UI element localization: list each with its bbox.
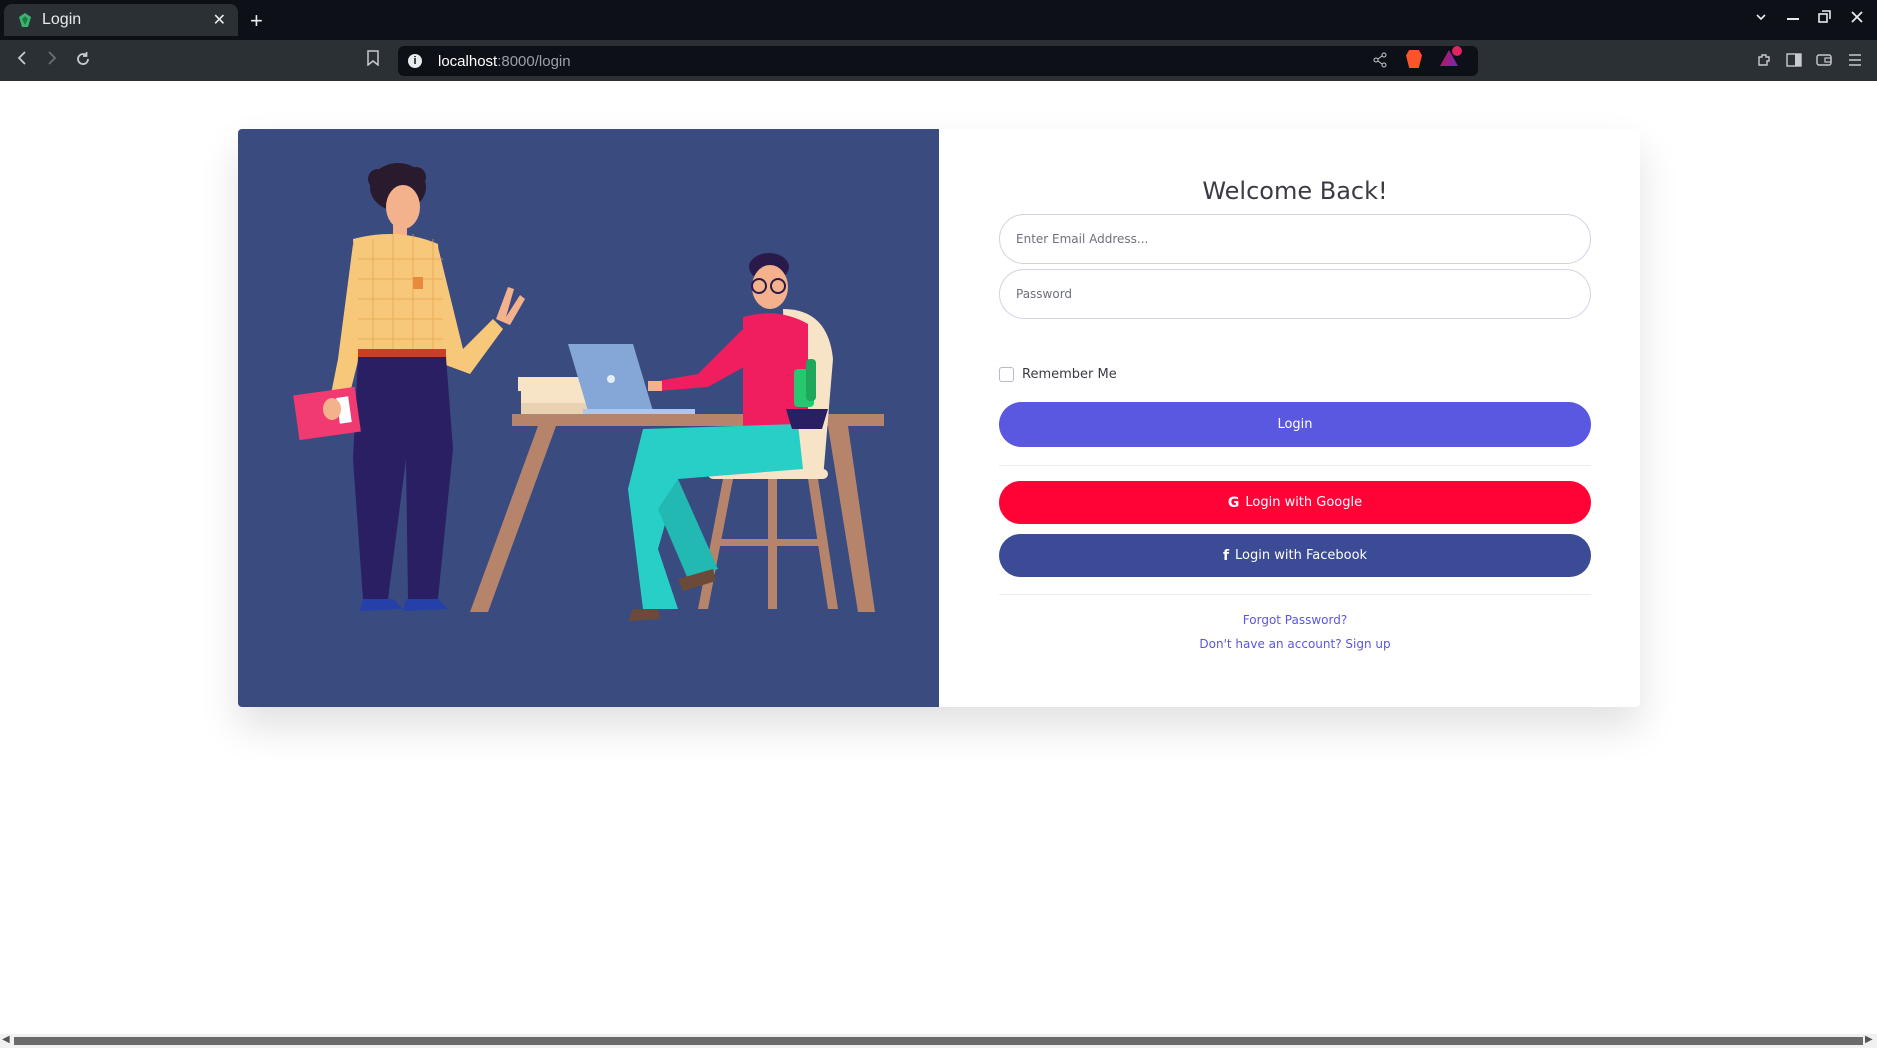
remember-me-checkbox[interactable] — [999, 367, 1014, 382]
facebook-icon: f — [1222, 547, 1230, 564]
horizontal-scrollbar[interactable]: ◀ ▶ — [0, 1034, 1877, 1048]
facebook-button-label: Login with Facebook — [1235, 548, 1368, 563]
bookmark-icon[interactable] — [366, 50, 380, 66]
office-illustration-image — [293, 163, 884, 621]
divider — [999, 594, 1591, 595]
sitting-man-figure — [628, 253, 828, 621]
login-form-panel: Welcome Back! Remember Me Login G Login … — [939, 129, 1640, 707]
sidebar-icon[interactable] — [1786, 52, 1802, 68]
restore-icon[interactable] — [1818, 10, 1832, 24]
sign-up-link[interactable]: Don't have an account? Sign up — [999, 637, 1591, 651]
back-icon[interactable] — [14, 50, 30, 66]
standing-man-figure — [293, 163, 525, 611]
app-favicon-icon — [19, 13, 31, 27]
page-content: Welcome Back! Remember Me Login G Login … — [0, 81, 1877, 1031]
login-with-google-button[interactable]: G Login with Google — [999, 481, 1591, 524]
tab-search-chevron-icon[interactable] — [1754, 10, 1768, 24]
scrollbar-thumb[interactable] — [14, 1037, 1863, 1045]
share-icon[interactable] — [1372, 52, 1388, 68]
reload-icon[interactable] — [74, 50, 92, 68]
illustration-panel — [238, 129, 939, 707]
google-icon: G — [1227, 494, 1240, 511]
email-field[interactable] — [999, 214, 1591, 264]
remember-me-label[interactable]: Remember Me — [1022, 367, 1117, 382]
url-path: :8000/login — [497, 52, 571, 70]
browser-tab[interactable]: Login ✕ — [4, 4, 238, 36]
extensions-icon[interactable] — [1756, 52, 1772, 68]
wallet-icon[interactable] — [1816, 52, 1832, 68]
login-button[interactable]: Login — [999, 402, 1591, 447]
login-button-label: Login — [1277, 417, 1313, 432]
page-title: Welcome Back! — [1202, 177, 1388, 205]
minimize-icon[interactable] — [1787, 18, 1799, 22]
scroll-left-arrow-icon[interactable]: ◀ — [2, 1034, 10, 1045]
password-field[interactable] — [999, 269, 1591, 319]
close-tab-icon[interactable]: ✕ — [213, 10, 226, 30]
login-card: Welcome Back! Remember Me Login G Login … — [238, 129, 1640, 707]
login-with-facebook-button[interactable]: f Login with Facebook — [999, 534, 1591, 577]
google-button-label: Login with Google — [1245, 495, 1363, 510]
tab-title: Login — [42, 11, 82, 28]
divider — [999, 465, 1591, 466]
url-host: localhost — [438, 52, 498, 70]
new-tab-button[interactable]: + — [250, 8, 263, 34]
rewards-badge — [1452, 46, 1462, 56]
site-info-icon[interactable]: i — [408, 54, 422, 68]
forward-icon[interactable] — [44, 50, 60, 66]
scroll-right-arrow-icon[interactable]: ▶ — [1865, 1034, 1873, 1045]
address-bar[interactable]: i localhost:8000/login — [398, 46, 1478, 76]
remember-me-row: Remember Me — [999, 367, 1117, 382]
menu-icon[interactable] — [1847, 52, 1863, 68]
forgot-password-link[interactable]: Forgot Password? — [999, 613, 1591, 627]
close-window-icon[interactable] — [1850, 10, 1864, 24]
browser-tab-bar: Login ✕ + — [0, 0, 1877, 40]
